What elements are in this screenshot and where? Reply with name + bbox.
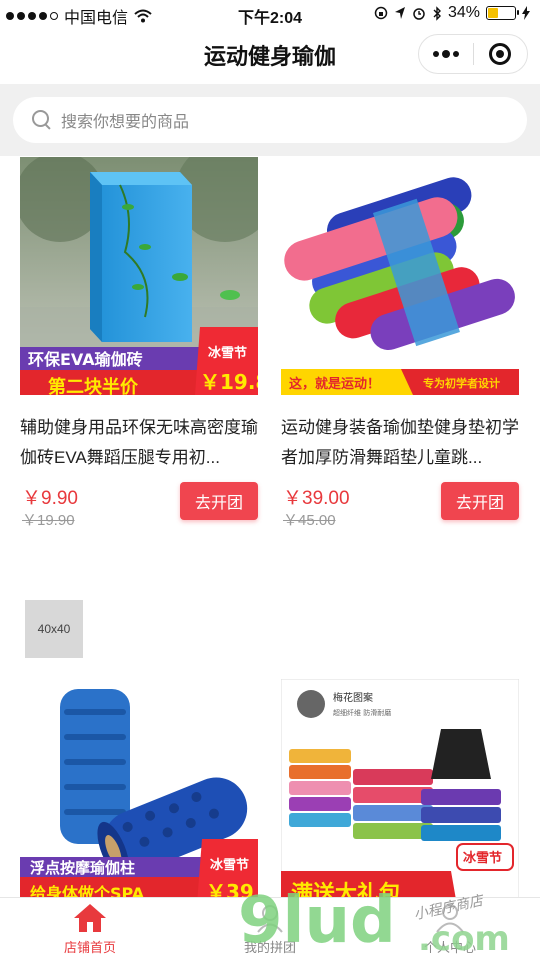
- tab-label: 店铺首页: [63, 940, 116, 955]
- battery-percent: 34%: [447, 4, 480, 21]
- banner-sub-text: 给身体做个SPA: [30, 884, 145, 897]
- product-price: ￥39.00: [283, 488, 350, 509]
- search-input[interactable]: 搜索你想要的商品: [13, 97, 527, 143]
- charging-icon: [522, 6, 530, 20]
- close-miniprogram-icon[interactable]: [474, 43, 528, 65]
- banner-tag-text: 冰雪节: [208, 345, 247, 361]
- product-image[interactable]: 环保EVA瑜伽砖 第二块半价 冰雪节 ￥19.8: [20, 157, 258, 395]
- search-section: 搜索你想要的商品: [0, 84, 540, 156]
- tab-my-groups[interactable]: 我的拼团: [180, 898, 360, 960]
- banner-right-text: 专为初学者设计: [423, 376, 500, 390]
- search-icon: [31, 109, 53, 131]
- tab-store-home[interactable]: 店铺首页: [0, 898, 180, 960]
- group-icon: [257, 905, 283, 933]
- bluetooth-icon: [433, 5, 441, 21]
- product-original-price: ￥19.90: [22, 512, 75, 529]
- product-card[interactable]: 环保EVA瑜伽砖 第二块半价 冰雪节 ￥19.8 辅助健身用品环保无味高密度瑜伽…: [20, 157, 258, 537]
- tab-profile[interactable]: 个人中心: [360, 898, 540, 960]
- product-name[interactable]: 运动健身装备瑜伽垫健身垫初学者加厚防滑舞蹈垫儿童跳...: [281, 413, 521, 473]
- product-image[interactable]: 浮点按摩瑜伽柱 给身体做个SPA 冰雪节 ￥39: [20, 679, 258, 897]
- battery-icon: [486, 6, 519, 20]
- search-placeholder: 搜索你想要的商品: [61, 114, 190, 131]
- tab-label: 我的拼团: [243, 940, 296, 955]
- banner-price-text: ￥39元: [457, 878, 511, 897]
- banner-left-text: 这，就是运动！: [289, 376, 380, 392]
- product-name[interactable]: 辅助健身用品环保无味高密度瑜伽砖EVA舞蹈压腿专用初...: [20, 413, 260, 473]
- join-group-button[interactable]: 去开团: [441, 482, 519, 520]
- alarm-icon: [413, 8, 425, 20]
- banner-sub-text: 第二块半价: [48, 376, 139, 395]
- placeholder-image: 40x40: [25, 600, 83, 658]
- banner-title-text: 浮点按摩瑜伽柱: [30, 859, 135, 877]
- location-icon: [394, 7, 405, 19]
- bottom-tab-bar: 店铺首页 我的拼团 个人中心: [0, 897, 540, 960]
- product-image[interactable]: 梅花图案 超细纤维 防滑耐磨 满送大礼包 冰雪节 ￥39元: [281, 679, 519, 897]
- banner-price-text: ￥39: [206, 880, 254, 897]
- banner-tag-text: 冰雪节: [210, 857, 249, 873]
- product-image[interactable]: 这，就是运动！ 专为初学者设计: [281, 157, 519, 395]
- tab-label: 个人中心: [423, 940, 476, 955]
- join-group-button[interactable]: 去开团: [180, 482, 258, 520]
- product-card[interactable]: 这，就是运动！ 专为初学者设计 运动健身装备瑜伽垫健身垫初学者加厚防滑舞蹈垫儿童…: [281, 157, 519, 537]
- pattern-label: 梅花图案: [333, 691, 373, 704]
- product-card[interactable]: 梅花图案 超细纤维 防滑耐磨 满送大礼包 冰雪节 ￥39元: [281, 679, 519, 897]
- miniprogram-capsule: [418, 34, 528, 74]
- banner-title-text: 满送大礼包: [291, 881, 401, 897]
- pattern-sub: 超细纤维 防滑耐磨: [333, 708, 391, 717]
- status-right: 34%: [374, 4, 530, 22]
- banner-title-text: 环保EVA瑜伽砖: [28, 350, 143, 369]
- orientation-lock-icon: [374, 6, 388, 20]
- home-icon: [74, 904, 106, 932]
- product-original-price: ￥45.00: [283, 512, 336, 529]
- banner-price-text: ￥19.8: [200, 370, 258, 394]
- product-card[interactable]: 浮点按摩瑜伽柱 给身体做个SPA 冰雪节 ￥39: [20, 679, 258, 897]
- user-icon: [436, 904, 464, 933]
- banner-tag-text: 冰雪节: [463, 850, 502, 866]
- title-bar: 运动健身瑜伽: [0, 28, 540, 82]
- product-price: ￥9.90: [22, 488, 78, 509]
- status-bar: 中国电信 下午2:04 34%: [0, 0, 540, 28]
- more-menu-icon[interactable]: [419, 50, 473, 58]
